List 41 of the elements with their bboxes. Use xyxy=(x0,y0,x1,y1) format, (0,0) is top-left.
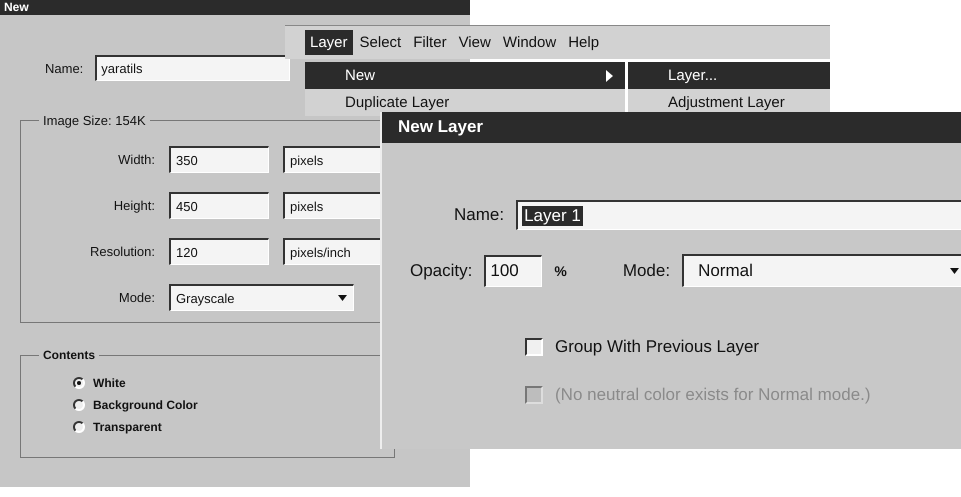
opacity-field[interactable]: 100 xyxy=(484,254,542,286)
dropdown-arrow-icon[interactable] xyxy=(338,295,347,301)
checkbox-option[interactable]: Group With Previous Layer xyxy=(525,337,961,357)
menu-item[interactable]: Layer... xyxy=(628,62,830,89)
radio-button[interactable] xyxy=(73,377,85,389)
menu-item[interactable]: Layer xyxy=(305,30,353,55)
field-label: Name: xyxy=(454,205,504,225)
name-field[interactable]: yaratils xyxy=(95,55,290,81)
field-label: Opacity: xyxy=(410,260,472,280)
radio-button[interactable] xyxy=(73,399,85,411)
menu-item[interactable]: Window xyxy=(498,30,562,55)
field-label: Resolution: xyxy=(88,244,155,259)
menu-item[interactable]: Help xyxy=(563,30,604,55)
field-label: Mode: xyxy=(622,260,670,280)
radio-option[interactable]: White xyxy=(73,376,126,390)
field-label: Width: xyxy=(117,152,155,167)
menu-item[interactable]: View xyxy=(454,30,496,55)
checkbox-option: (No neutral color exists for Normal mode.) xyxy=(525,385,961,405)
input-field[interactable]: 350 xyxy=(169,146,269,173)
unit-label: % xyxy=(554,262,567,278)
checkbox[interactable] xyxy=(525,338,543,356)
radio-button[interactable] xyxy=(73,421,85,433)
field-label: Name: xyxy=(45,60,84,76)
menu-item[interactable]: Select xyxy=(354,30,406,55)
window-title: New xyxy=(0,0,470,15)
mode-dropdown[interactable]: Normal xyxy=(682,254,961,287)
menu-item[interactable]: Filter xyxy=(408,30,452,55)
group-label: Contents xyxy=(42,348,96,362)
input-field[interactable]: 450 xyxy=(169,192,269,219)
dropdown-arrow-icon[interactable] xyxy=(950,268,959,274)
menu-item[interactable]: New xyxy=(305,62,625,89)
field-label: Height: xyxy=(112,198,155,213)
radio-option[interactable]: Background Color xyxy=(73,398,198,412)
name-field[interactable]: Layer 1 xyxy=(516,200,961,230)
input-field[interactable]: 120 xyxy=(169,238,269,265)
field-label: Mode: xyxy=(118,290,155,305)
mode-dropdown[interactable]: Grayscale xyxy=(169,284,354,311)
window-title: New Layer xyxy=(382,112,961,143)
group-label: Image Size: 154K xyxy=(42,113,147,128)
radio-option[interactable]: Transparent xyxy=(73,420,162,434)
submenu-arrow-icon xyxy=(606,70,613,82)
